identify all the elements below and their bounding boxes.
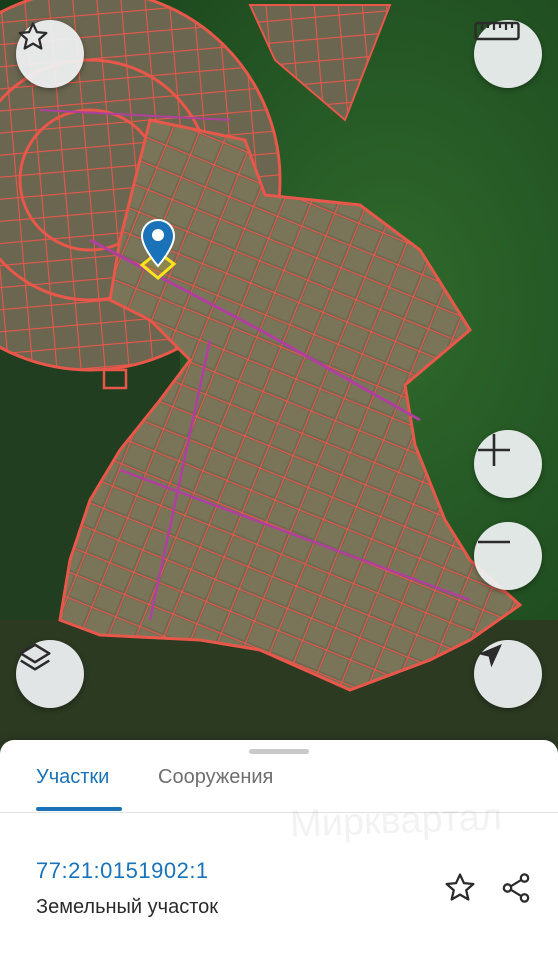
layers-button[interactable] [16, 640, 84, 708]
bottom-sheet: Участки Сооружения Мирквартал 77:21:0151… [0, 740, 558, 960]
tab-structures[interactable]: Сооружения [158, 766, 273, 789]
minus-icon [478, 540, 510, 544]
favorite-map-button[interactable] [16, 20, 84, 88]
locate-me-button[interactable] [474, 640, 542, 708]
ruler-icon [474, 21, 520, 41]
parcel-type-label: Земельный участок [36, 896, 219, 918]
tab-parcels[interactable]: Участки [36, 766, 109, 789]
zoom-out-button[interactable] [474, 522, 542, 590]
map-view[interactable] [0, 0, 558, 760]
plus-icon [478, 434, 510, 466]
star-outline-icon [18, 22, 48, 50]
layers-icon [19, 643, 51, 671]
ruler-button[interactable] [474, 20, 542, 88]
navigation-arrow-icon [478, 644, 502, 668]
star-outline-icon [445, 873, 475, 901]
share-button[interactable] [496, 868, 536, 908]
cadastral-number-link[interactable]: 77:21:0151902:1 [36, 858, 209, 884]
watermark: Мирквартал [289, 796, 503, 846]
active-tab-indicator [36, 807, 122, 811]
zoom-in-button[interactable] [474, 430, 542, 498]
favorite-parcel-button[interactable] [440, 868, 480, 908]
location-pin-icon[interactable] [140, 218, 176, 268]
share-icon [502, 873, 530, 903]
